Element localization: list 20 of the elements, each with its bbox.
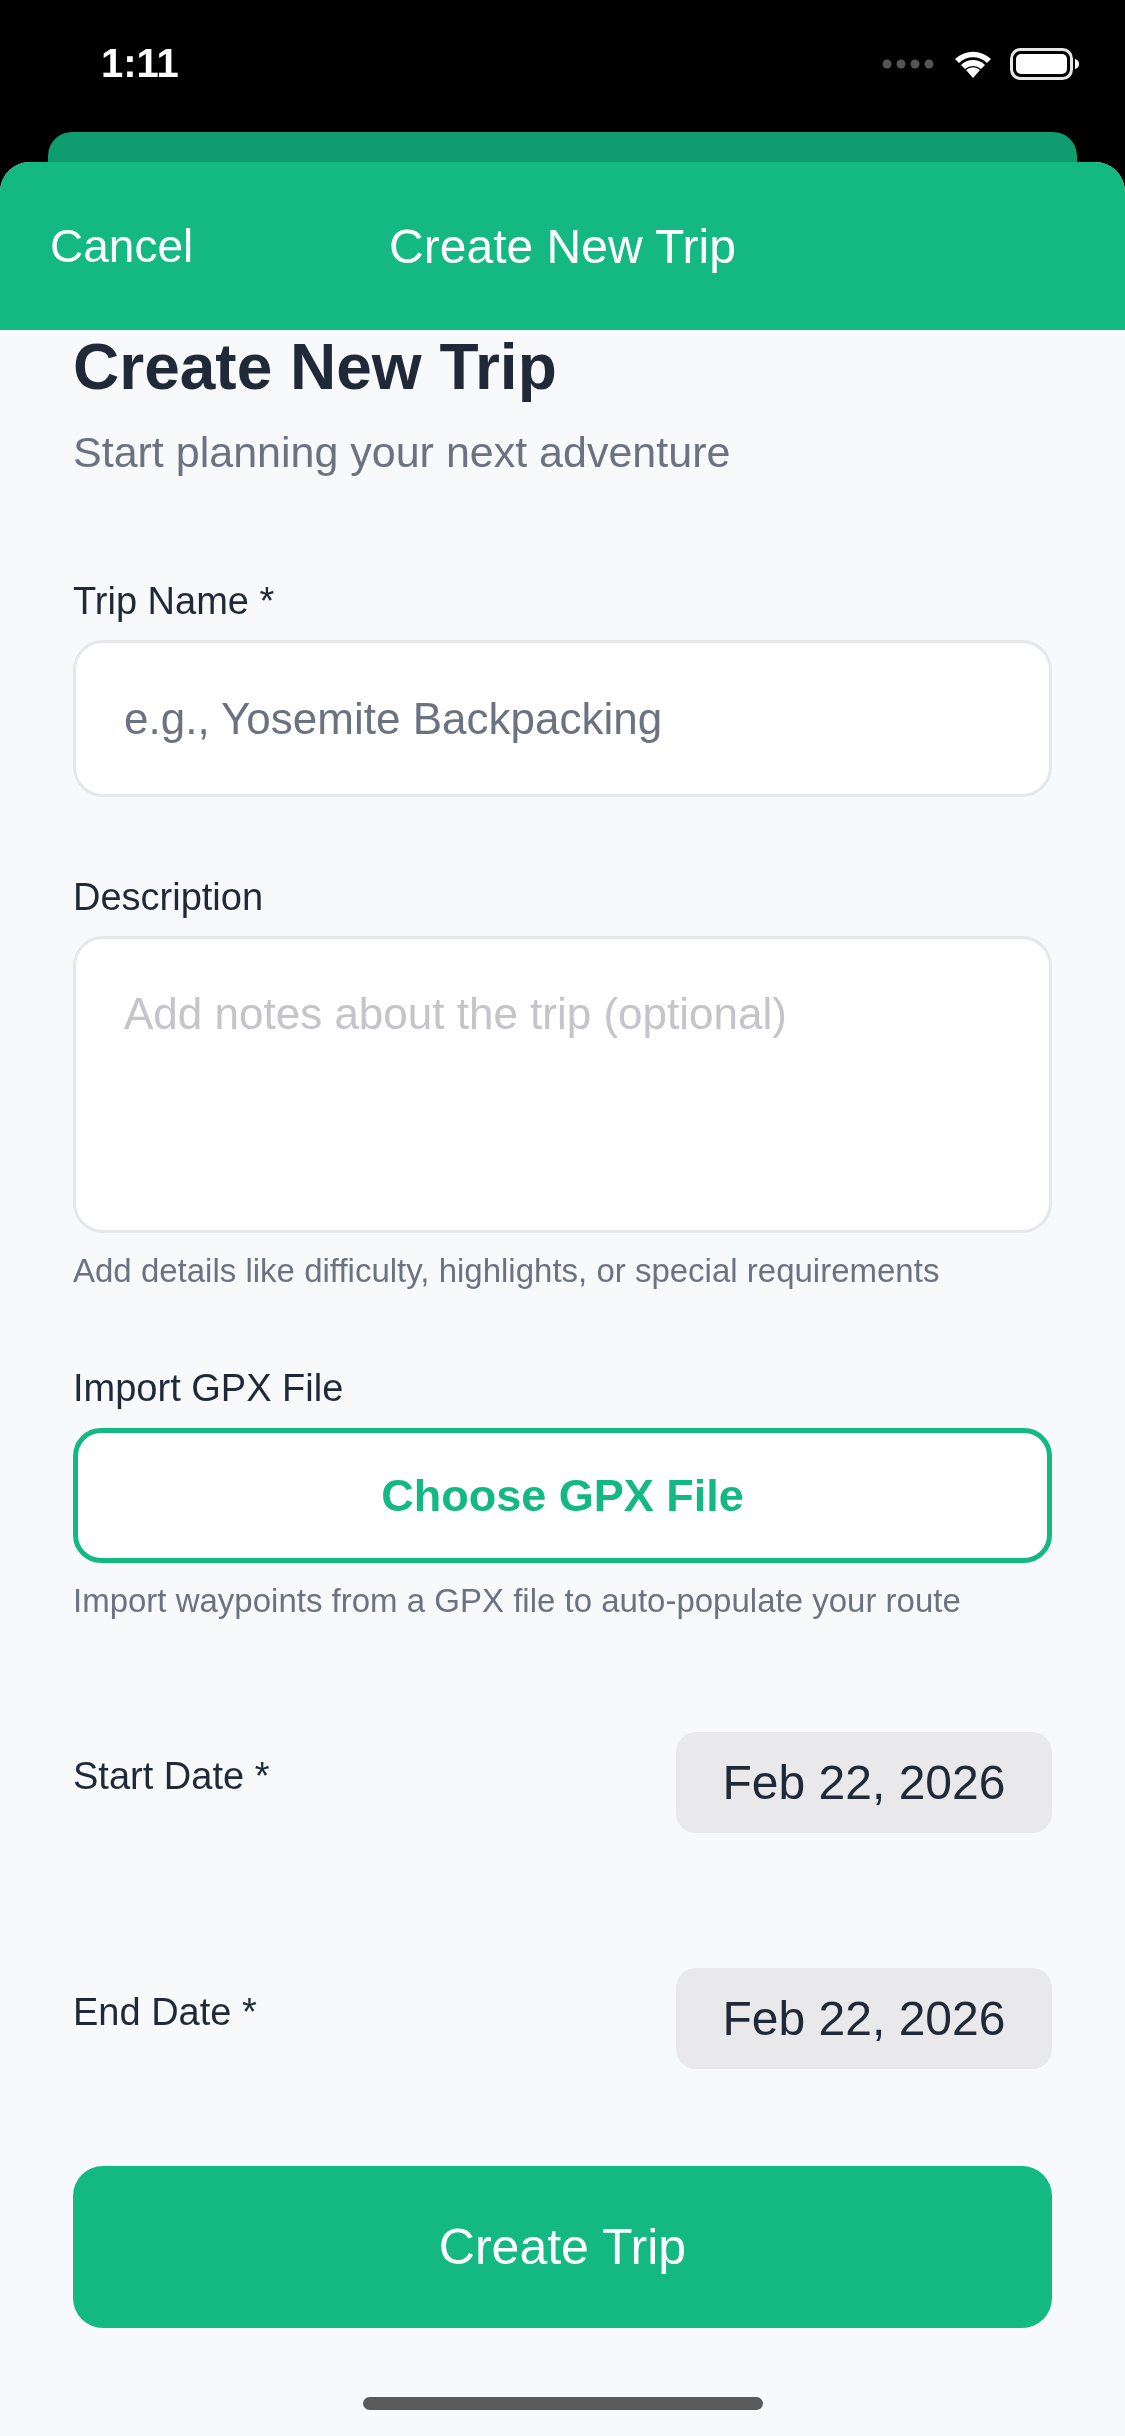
field-label: Import GPX File bbox=[73, 1366, 345, 1411]
date-picker[interactable]: Feb 22, 2026 bbox=[676, 1732, 1052, 1833]
input-field[interactable]: e.g., Yosemite Backpacking bbox=[73, 640, 1052, 797]
field-label: Start Date * bbox=[73, 1753, 270, 1799]
create-trip-button[interactable]: Create Trip bbox=[73, 2166, 1052, 2328]
field-label: Trip Name * bbox=[73, 579, 276, 624]
cancel-button[interactable]: Cancel bbox=[50, 219, 194, 273]
battery-icon bbox=[1010, 48, 1080, 80]
page-title: Create New Trip bbox=[73, 330, 558, 405]
text-area[interactable]: Add notes about the trip (optional) bbox=[73, 936, 1052, 1233]
status-time: 1:11 bbox=[101, 40, 179, 86]
choose-file-button[interactable]: Choose GPX File bbox=[73, 1428, 1052, 1563]
field-label: End Date * bbox=[73, 1989, 257, 2035]
signal-icon bbox=[882, 59, 936, 69]
nav-title: Create New Trip bbox=[389, 218, 736, 274]
field-label: Description bbox=[73, 875, 265, 920]
help-text: Add details like difficulty, highlights, or special requirements bbox=[73, 1251, 941, 1291]
date-picker[interactable]: Feb 22, 2026 bbox=[676, 1968, 1052, 2069]
page-subtitle: Start planning your next adventure bbox=[73, 427, 732, 478]
help-text: Import waypoints from a GPX file to auto-populate your route bbox=[73, 1581, 962, 1621]
